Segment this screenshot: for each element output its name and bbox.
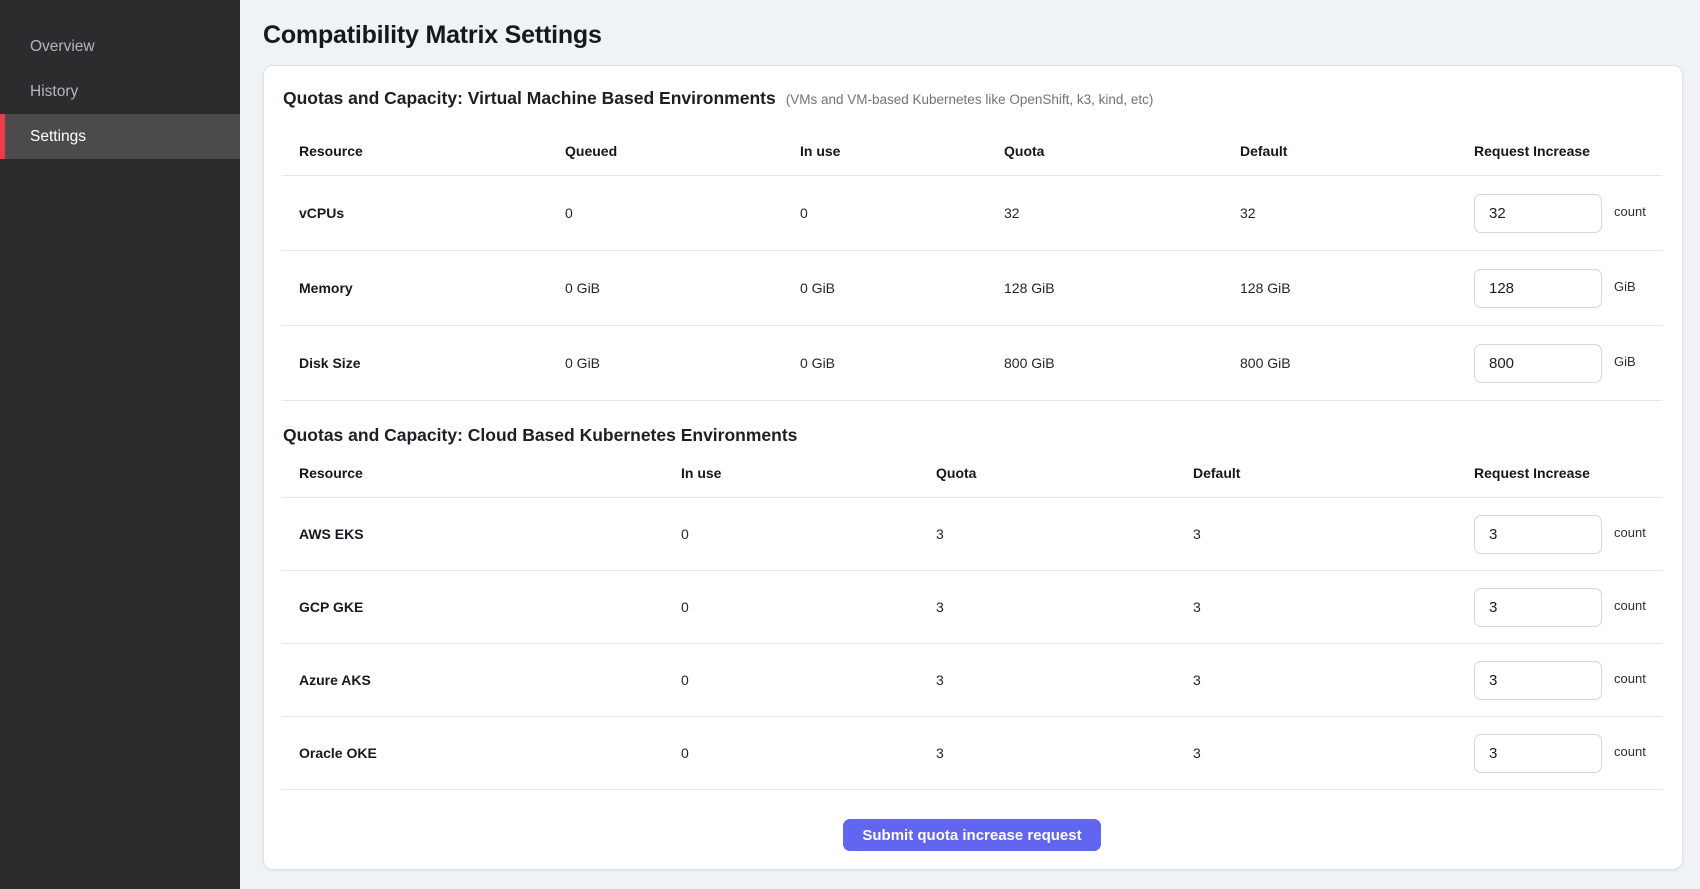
queued-value: 0 GiB <box>565 280 800 296</box>
sidebar-item-label: Settings <box>30 128 86 146</box>
table-row: AWS EKS 0 3 3 count <box>282 498 1662 571</box>
cloud-table-body: AWS EKS 0 3 3 count GCP GKE 0 3 3 <box>282 498 1662 790</box>
sidebar-item-overview[interactable]: Overview <box>0 24 240 69</box>
request-increase-input[interactable] <box>1474 588 1602 627</box>
request-increase-input[interactable] <box>1474 734 1602 773</box>
request-increase-cell: GiB <box>1474 344 1662 383</box>
in-use-value: 0 <box>800 205 1004 221</box>
column-header-in-use: In use <box>681 465 936 481</box>
table-row: Oracle OKE 0 3 3 count <box>282 717 1662 790</box>
sidebar-item-label: History <box>30 83 78 101</box>
sidebar-item-history[interactable]: History <box>0 69 240 114</box>
default-value: 3 <box>1193 599 1474 615</box>
column-header-queued: Queued <box>565 143 800 159</box>
resource-name: GCP GKE <box>299 599 681 615</box>
resource-name: Disk Size <box>299 355 565 371</box>
quota-value: 32 <box>1004 205 1240 221</box>
table-row: vCPUs 0 0 32 32 count <box>282 176 1662 251</box>
unit-label: count <box>1614 204 1646 219</box>
quota-value: 3 <box>936 672 1193 688</box>
quota-value: 3 <box>936 599 1193 615</box>
quota-value: 3 <box>936 526 1193 542</box>
resource-name: Memory <box>299 280 565 296</box>
vm-section-subtitle: (VMs and VM-based Kubernetes like OpenSh… <box>786 92 1154 107</box>
request-increase-cell: count <box>1474 515 1662 554</box>
request-increase-input[interactable] <box>1474 515 1602 554</box>
sidebar-item-label: Overview <box>30 38 95 56</box>
in-use-value: 0 <box>681 672 936 688</box>
request-increase-input[interactable] <box>1474 344 1602 383</box>
column-header-request-increase: Request Increase <box>1474 143 1662 159</box>
vm-section-heading: Quotas and Capacity: Virtual Machine Bas… <box>283 88 1662 109</box>
resource-name: AWS EKS <box>299 526 681 542</box>
unit-label: count <box>1614 744 1646 759</box>
unit-label: GiB <box>1614 354 1636 369</box>
table-row: GCP GKE 0 3 3 count <box>282 571 1662 644</box>
vm-section-title: Quotas and Capacity: Virtual Machine Bas… <box>283 88 776 109</box>
unit-label: count <box>1614 598 1646 613</box>
page-title: Compatibility Matrix Settings <box>263 21 1700 50</box>
request-increase-cell: count <box>1474 588 1662 627</box>
column-header-default: Default <box>1240 143 1474 159</box>
request-increase-input[interactable] <box>1474 194 1602 233</box>
column-header-request-increase: Request Increase <box>1474 465 1662 481</box>
quota-value: 128 GiB <box>1004 280 1240 296</box>
quota-value: 3 <box>936 745 1193 761</box>
default-value: 800 GiB <box>1240 355 1474 371</box>
cloud-section-title: Quotas and Capacity: Cloud Based Kuberne… <box>283 425 797 446</box>
sidebar: Overview History Settings <box>0 0 240 889</box>
resource-name: Azure AKS <box>299 672 681 688</box>
quota-value: 800 GiB <box>1004 355 1240 371</box>
column-header-in-use: In use <box>800 143 1004 159</box>
in-use-value: 0 <box>681 526 936 542</box>
table-row: Memory 0 GiB 0 GiB 128 GiB 128 GiB GiB <box>282 251 1662 326</box>
cloud-table-header: Resource In use Quota Default Request In… <box>282 448 1662 498</box>
default-value: 128 GiB <box>1240 280 1474 296</box>
unit-label: count <box>1614 671 1646 686</box>
column-header-quota: Quota <box>936 465 1193 481</box>
request-increase-input[interactable] <box>1474 661 1602 700</box>
column-header-resource: Resource <box>299 465 681 481</box>
main-content: Compatibility Matrix Settings Quotas and… <box>240 0 1700 870</box>
column-header-default: Default <box>1193 465 1474 481</box>
column-header-quota: Quota <box>1004 143 1240 159</box>
unit-label: count <box>1614 525 1646 540</box>
resource-name: Oracle OKE <box>299 745 681 761</box>
sidebar-item-settings[interactable]: Settings <box>0 114 240 159</box>
in-use-value: 0 GiB <box>800 355 1004 371</box>
request-increase-cell: count <box>1474 661 1662 700</box>
queued-value: 0 GiB <box>565 355 800 371</box>
cloud-section-heading: Quotas and Capacity: Cloud Based Kuberne… <box>283 425 1662 446</box>
queued-value: 0 <box>565 205 800 221</box>
column-header-resource: Resource <box>299 143 565 159</box>
resource-name: vCPUs <box>299 205 565 221</box>
in-use-value: 0 GiB <box>800 280 1004 296</box>
table-row: Disk Size 0 GiB 0 GiB 800 GiB 800 GiB Gi… <box>282 326 1662 401</box>
request-increase-cell: count <box>1474 194 1662 233</box>
vm-table-body: vCPUs 0 0 32 32 count Memory 0 GiB 0 GiB… <box>282 176 1662 401</box>
default-value: 3 <box>1193 745 1474 761</box>
default-value: 3 <box>1193 526 1474 542</box>
vm-table-header: Resource Queued In use Quota Default Req… <box>282 126 1662 176</box>
request-increase-cell: count <box>1474 734 1662 773</box>
default-value: 3 <box>1193 672 1474 688</box>
request-increase-cell: GiB <box>1474 269 1662 308</box>
in-use-value: 0 <box>681 745 936 761</box>
quota-settings-card: Quotas and Capacity: Virtual Machine Bas… <box>263 65 1683 870</box>
unit-label: GiB <box>1614 279 1636 294</box>
submit-quota-increase-button[interactable]: Submit quota increase request <box>843 819 1100 851</box>
request-increase-input[interactable] <box>1474 269 1602 308</box>
table-row: Azure AKS 0 3 3 count <box>282 644 1662 717</box>
default-value: 32 <box>1240 205 1474 221</box>
in-use-value: 0 <box>681 599 936 615</box>
submit-row: Submit quota increase request <box>282 790 1662 869</box>
